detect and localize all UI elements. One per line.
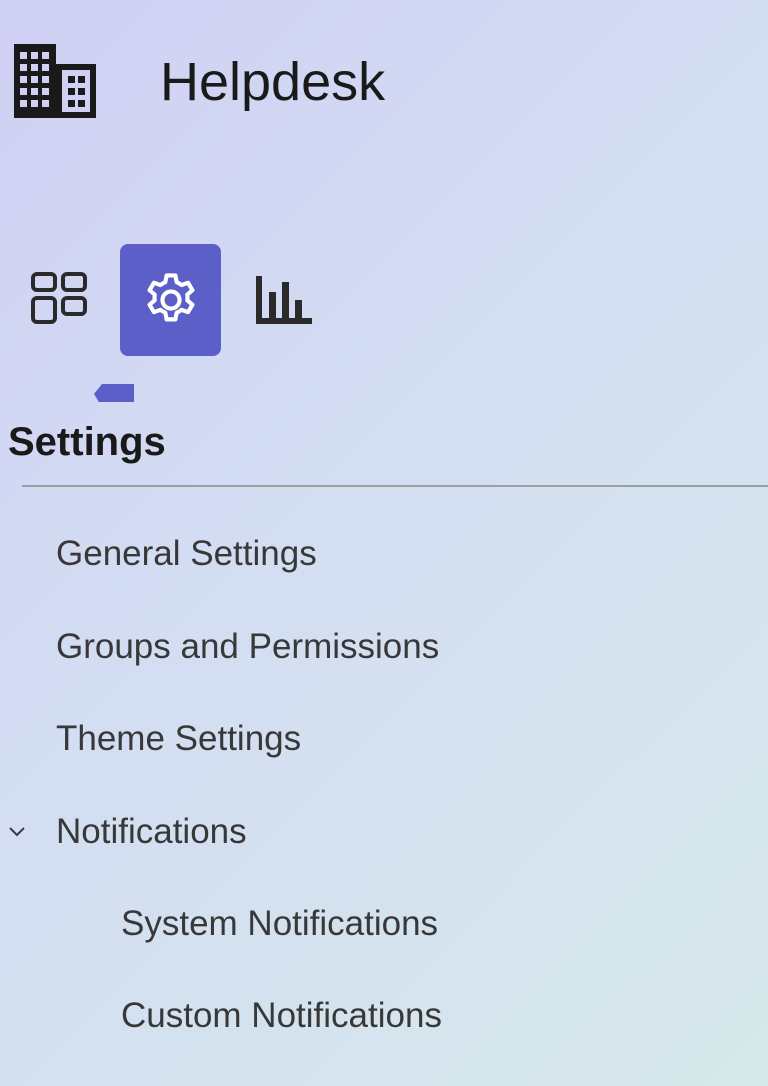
icon-tab-bar bbox=[0, 240, 768, 360]
app-title: Helpdesk bbox=[160, 52, 386, 112]
divider bbox=[22, 485, 768, 487]
nav-item-theme-settings[interactable]: Theme Settings bbox=[56, 717, 301, 761]
building-icon bbox=[14, 44, 98, 118]
nav-item-custom-notifications[interactable]: Custom Notifications bbox=[121, 994, 442, 1038]
bar-chart-icon bbox=[255, 276, 312, 324]
apps-grid-icon bbox=[30, 272, 87, 324]
tab-settings[interactable] bbox=[120, 244, 221, 356]
tab-reports[interactable] bbox=[232, 244, 333, 356]
chevron-down-icon[interactable] bbox=[6, 820, 28, 842]
nav-item-general-settings[interactable]: General Settings bbox=[56, 532, 317, 576]
active-tab-indicator bbox=[94, 384, 134, 402]
nav-item-system-notifications[interactable]: System Notifications bbox=[121, 902, 438, 946]
tab-apps[interactable] bbox=[8, 244, 109, 356]
nav-item-groups-and-permissions[interactable]: Groups and Permissions bbox=[56, 625, 439, 669]
gear-icon bbox=[146, 273, 195, 322]
section-title: Settings bbox=[8, 420, 166, 464]
nav-item-notifications[interactable]: Notifications bbox=[56, 810, 247, 854]
